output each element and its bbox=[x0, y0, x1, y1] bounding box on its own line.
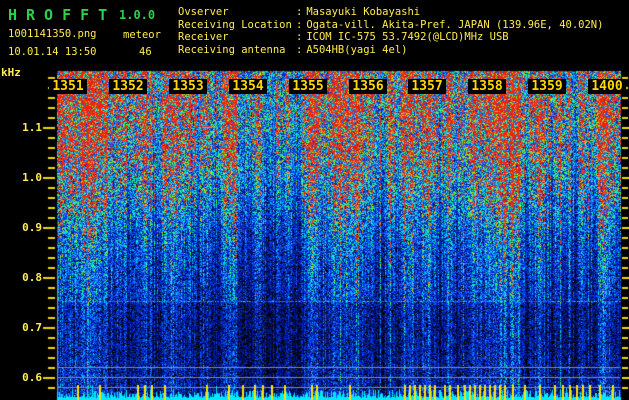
station-info-value: A504HB(yagi 4el) bbox=[306, 44, 408, 57]
time-tick-label: 1356 bbox=[349, 79, 387, 94]
app-version: 1.0.0 bbox=[119, 8, 156, 22]
colon-separator: : bbox=[296, 18, 303, 31]
time-tick-label: 1400 bbox=[588, 79, 626, 94]
time-tick-label: 1353 bbox=[169, 79, 207, 94]
time-tick-label: 1359 bbox=[528, 79, 566, 94]
freq-tick-label: 0.6 bbox=[22, 371, 42, 384]
freq-axis-unit-label: kHz bbox=[1, 66, 21, 79]
freq-tick-label: 0.9 bbox=[22, 221, 42, 234]
station-info-row: Receiver: ICOM IC-575 53.7492(@LCD)MHz US… bbox=[178, 31, 603, 44]
station-info-row: Receiving Location: Ogata-vill. Akita-Pre… bbox=[178, 19, 603, 32]
datetime-label: 10.01.14 13:50 bbox=[8, 46, 97, 58]
mode-label: meteor bbox=[123, 29, 161, 41]
station-info-value: Masayuki Kobayashi bbox=[306, 6, 421, 18]
station-info-row: Receiving antenna: A504HB(yagi 4el) bbox=[178, 44, 603, 57]
app-title: HROFFT bbox=[8, 6, 117, 24]
freq-tick-label: 1.1 bbox=[22, 121, 42, 134]
station-info: Ovserver: Masayuki Kobayashi Receiving Loc… bbox=[178, 6, 603, 57]
time-tick-label: 1355 bbox=[289, 79, 327, 94]
file-name: 1001141350.png bbox=[8, 28, 97, 40]
meteor-count: 46 bbox=[139, 46, 152, 58]
freq-tick-label: 0.7 bbox=[22, 321, 42, 334]
time-tick-label: 1357 bbox=[408, 79, 446, 94]
station-info-row: Ovserver: Masayuki Kobayashi bbox=[178, 6, 603, 19]
time-tick-label: 1351 bbox=[49, 79, 87, 94]
time-tick-label: 1358 bbox=[468, 79, 506, 94]
hrofft-output: HROFFT 1.0.0 1001141350.png meteor 10.01… bbox=[0, 0, 629, 400]
colon-separator: : bbox=[296, 6, 303, 18]
freq-tick-label: 0.8 bbox=[22, 271, 42, 284]
freq-tick-label: 1.0 bbox=[22, 171, 42, 184]
time-tick-label: 1352 bbox=[109, 79, 147, 94]
spectrogram-canvas bbox=[0, 0, 629, 400]
station-info-label: Receiving antenna bbox=[178, 44, 286, 57]
colon-separator: : bbox=[296, 31, 303, 44]
time-tick-label: 1354 bbox=[229, 79, 267, 94]
station-info-label: Ovserver bbox=[178, 6, 229, 18]
station-info-label: Receiver bbox=[178, 31, 229, 44]
station-info-value: ICOM IC-575 53.7492(@LCD)MHz USB bbox=[306, 31, 509, 44]
colon-separator: : bbox=[296, 44, 303, 57]
station-info-value: Ogata-vill. Akita-Pref. JAPAN (139.96E, … bbox=[306, 18, 604, 31]
station-info-label: Receiving Location bbox=[178, 18, 292, 31]
